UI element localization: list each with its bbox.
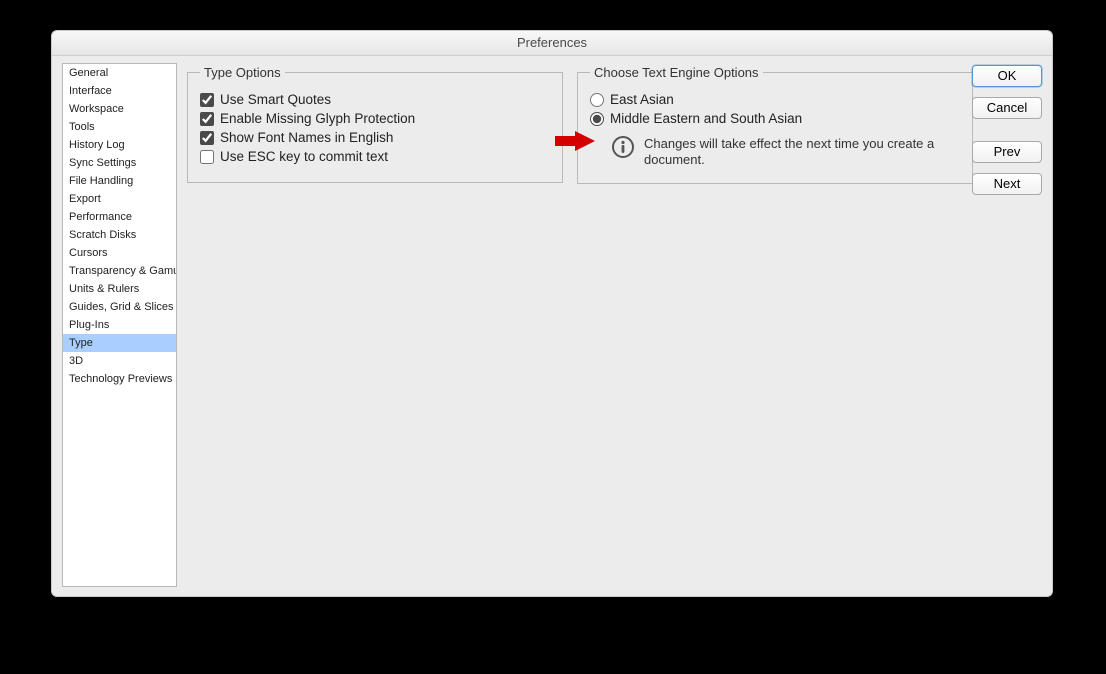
sidebar-item-export[interactable]: Export bbox=[63, 190, 176, 208]
option-label: Use ESC key to commit text bbox=[220, 149, 388, 164]
next-button[interactable]: Next bbox=[972, 173, 1042, 195]
text-engine-panel: Choose Text Engine Options East Asian Mi… bbox=[577, 65, 973, 184]
type-options-legend: Type Options bbox=[200, 65, 285, 80]
sidebar-item-label: Sync Settings bbox=[69, 157, 136, 169]
sidebar-item-guides-grid-slices[interactable]: Guides, Grid & Slices bbox=[63, 298, 176, 316]
sidebar-item-label: Transparency & Gamut bbox=[69, 265, 177, 277]
sidebar-item-label: Cursors bbox=[69, 247, 108, 259]
sidebar-item-file-handling[interactable]: File Handling bbox=[63, 172, 176, 190]
type-options-panel: Type Options Use Smart Quotes Enable Mis… bbox=[187, 65, 563, 183]
sidebar-item-label: 3D bbox=[69, 355, 83, 367]
sidebar-item-label: General bbox=[69, 67, 108, 79]
info-text: Changes will take effect the next time y… bbox=[644, 136, 960, 169]
preferences-window: Preferences General Interface Workspace … bbox=[51, 30, 1053, 597]
radio-row-east-asian[interactable]: East Asian bbox=[590, 92, 960, 107]
sidebar-item-label: Performance bbox=[69, 211, 132, 223]
sidebar-item-workspace[interactable]: Workspace bbox=[63, 100, 176, 118]
radio-label: Middle Eastern and South Asian bbox=[610, 111, 802, 126]
info-icon bbox=[612, 136, 634, 161]
sidebar-item-technology-previews[interactable]: Technology Previews bbox=[63, 370, 176, 388]
sidebar-item-label: Export bbox=[69, 193, 101, 205]
option-label: Use Smart Quotes bbox=[220, 92, 331, 107]
option-missing-glyph[interactable]: Enable Missing Glyph Protection bbox=[200, 111, 550, 126]
sidebar-item-label: Tools bbox=[69, 121, 95, 133]
ok-button[interactable]: OK bbox=[972, 65, 1042, 87]
sidebar-item-3d[interactable]: 3D bbox=[63, 352, 176, 370]
option-font-names-english[interactable]: Show Font Names in English bbox=[200, 130, 550, 145]
prev-button[interactable]: Prev bbox=[972, 141, 1042, 163]
sidebar-item-cursors[interactable]: Cursors bbox=[63, 244, 176, 262]
sidebar-item-performance[interactable]: Performance bbox=[63, 208, 176, 226]
content-area: Type Options Use Smart Quotes Enable Mis… bbox=[187, 65, 957, 586]
sidebar-item-interface[interactable]: Interface bbox=[63, 82, 176, 100]
sidebar-item-label: Technology Previews bbox=[69, 373, 172, 385]
sidebar-item-label: Interface bbox=[69, 85, 112, 97]
sidebar-item-label: Guides, Grid & Slices bbox=[69, 301, 174, 313]
window-title: Preferences bbox=[517, 35, 587, 50]
sidebar-item-label: Workspace bbox=[69, 103, 124, 115]
checkbox-esc-commit[interactable] bbox=[200, 150, 214, 164]
option-label: Enable Missing Glyph Protection bbox=[220, 111, 415, 126]
sidebar-item-label: Units & Rulers bbox=[69, 283, 139, 295]
sidebar-item-label: History Log bbox=[69, 139, 125, 151]
sidebar-item-transparency-gamut[interactable]: Transparency & Gamut bbox=[63, 262, 176, 280]
radio-label: East Asian bbox=[610, 92, 674, 107]
checkbox-missing-glyph[interactable] bbox=[200, 112, 214, 126]
sidebar-item-scratch-disks[interactable]: Scratch Disks bbox=[63, 226, 176, 244]
sidebar-item-label: File Handling bbox=[69, 175, 133, 187]
cancel-button[interactable]: Cancel bbox=[972, 97, 1042, 119]
sidebar-item-plugins[interactable]: Plug-Ins bbox=[63, 316, 176, 334]
titlebar: Preferences bbox=[52, 31, 1052, 56]
sidebar-item-units-rulers[interactable]: Units & Rulers bbox=[63, 280, 176, 298]
info-row: Changes will take effect the next time y… bbox=[590, 136, 960, 169]
button-column: OK Cancel Prev Next bbox=[972, 65, 1042, 205]
option-esc-commit[interactable]: Use ESC key to commit text bbox=[200, 149, 550, 164]
checkbox-font-names-english[interactable] bbox=[200, 131, 214, 145]
sidebar-item-general[interactable]: General bbox=[63, 64, 176, 82]
checkbox-smart-quotes[interactable] bbox=[200, 93, 214, 107]
sidebar-item-label: Type bbox=[69, 337, 93, 349]
radio-east-asian[interactable] bbox=[590, 93, 604, 107]
option-label: Show Font Names in English bbox=[220, 130, 393, 145]
radio-row-middle-eastern[interactable]: Middle Eastern and South Asian bbox=[590, 111, 960, 126]
sidebar-item-sync-settings[interactable]: Sync Settings bbox=[63, 154, 176, 172]
sidebar-item-history-log[interactable]: History Log bbox=[63, 136, 176, 154]
category-sidebar: General Interface Workspace Tools Histor… bbox=[62, 63, 177, 587]
option-smart-quotes[interactable]: Use Smart Quotes bbox=[200, 92, 550, 107]
sidebar-item-label: Plug-Ins bbox=[69, 319, 109, 331]
radio-middle-eastern[interactable] bbox=[590, 112, 604, 126]
sidebar-item-label: Scratch Disks bbox=[69, 229, 136, 241]
text-engine-legend: Choose Text Engine Options bbox=[590, 65, 763, 80]
sidebar-item-type[interactable]: Type bbox=[63, 334, 176, 352]
sidebar-item-tools[interactable]: Tools bbox=[63, 118, 176, 136]
